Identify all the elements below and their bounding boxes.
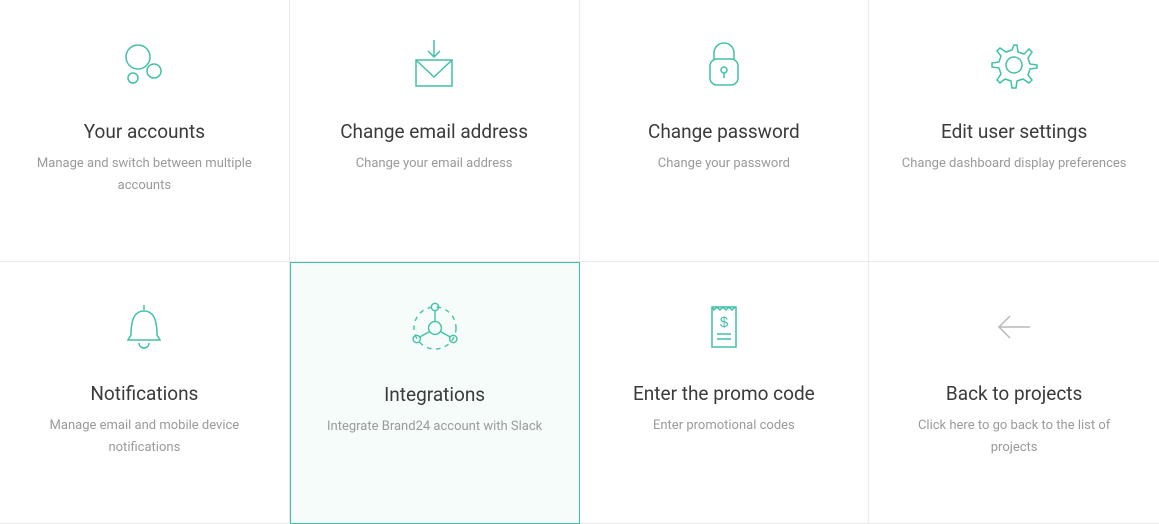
card-title: Change email address (340, 120, 528, 143)
card-desc: Change your email address (356, 153, 513, 175)
card-desc: Change your password (658, 153, 790, 175)
card-user-settings[interactable]: Edit user settings Change dashboard disp… (869, 0, 1159, 262)
settings-grid: Your accounts Manage and switch between … (0, 0, 1159, 524)
bell-icon (112, 292, 176, 362)
card-title: Enter the promo code (633, 382, 815, 405)
card-promo-code[interactable]: $ Enter the promo code Enter promotional… (580, 262, 870, 524)
svg-text:$: $ (720, 314, 729, 331)
card-desc: Click here to go back to the list of pro… (894, 415, 1134, 459)
card-desc: Manage and switch between multiple accou… (24, 153, 264, 197)
email-download-icon (402, 30, 466, 100)
card-desc: Enter promotional codes (653, 415, 795, 437)
card-notifications[interactable]: Notifications Manage email and mobile de… (0, 262, 290, 524)
card-desc: Integrate Brand24 account with Slack (327, 416, 542, 438)
card-desc: Change dashboard display preferences (902, 153, 1127, 175)
card-change-email[interactable]: Change email address Change your email a… (290, 0, 580, 262)
card-title: Back to projects (946, 382, 1082, 405)
card-title: Change password (648, 120, 800, 143)
card-title: Your accounts (84, 120, 205, 143)
card-back-to-projects[interactable]: Back to projects Click here to go back t… (869, 262, 1159, 524)
accounts-icon (112, 30, 176, 100)
card-change-password[interactable]: Change password Change your password (580, 0, 870, 262)
gear-icon (982, 30, 1046, 100)
arrow-left-icon (982, 292, 1046, 362)
card-integrations[interactable]: Integrations Integrate Brand24 account w… (290, 262, 580, 524)
card-your-accounts[interactable]: Your accounts Manage and switch between … (0, 0, 290, 262)
integrations-icon (403, 293, 467, 363)
receipt-icon: $ (692, 292, 756, 362)
card-title: Edit user settings (941, 120, 1087, 143)
card-title: Integrations (384, 383, 485, 406)
card-title: Notifications (90, 382, 198, 405)
lock-icon (692, 30, 756, 100)
card-desc: Manage email and mobile device notificat… (24, 415, 264, 459)
